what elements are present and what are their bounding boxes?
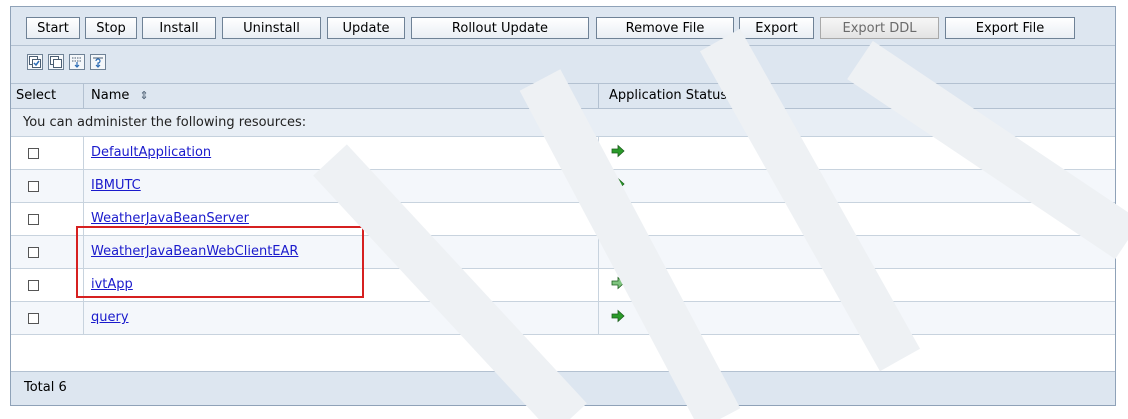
total-count: Total 6: [11, 371, 1115, 405]
application-link[interactable]: DefaultApplication: [91, 145, 211, 160]
applications-panel: Start Stop Install Uninstall Update Roll…: [10, 6, 1116, 406]
application-link[interactable]: ivtApp: [91, 277, 133, 292]
name-column-header[interactable]: Name ⇕: [91, 84, 149, 108]
remove-file-button[interactable]: Remove File: [596, 17, 734, 39]
select-checkbox[interactable]: [28, 148, 39, 159]
sort-icon[interactable]: ⇕: [140, 89, 149, 102]
status-column-header: Application Status ⟳: [609, 84, 746, 108]
selection-toolbar: [11, 46, 1115, 84]
application-link[interactable]: WeatherJavaBeanServer: [91, 211, 249, 226]
application-link[interactable]: WeatherJavaBeanWebClientEAR: [91, 244, 298, 259]
stop-button[interactable]: Stop: [85, 17, 137, 39]
export-ddl-button: Export DDL: [820, 17, 939, 39]
started-status-icon: [611, 309, 625, 323]
uninstall-button[interactable]: Uninstall: [222, 17, 321, 39]
partially-started-status-icon: [611, 276, 625, 290]
application-link[interactable]: IBMUTC: [91, 178, 141, 193]
table-row: DefaultApplication: [11, 137, 1115, 170]
deselect-all-icon[interactable]: [48, 54, 64, 70]
application-link[interactable]: query: [91, 310, 129, 325]
status-column-label: Application Status: [609, 88, 728, 103]
table-header: Select Name ⇕ Application Status ⟳: [11, 84, 1115, 109]
select-all-icon[interactable]: [27, 54, 43, 70]
table-row: IBMUTC: [11, 170, 1115, 203]
name-column-label: Name: [91, 88, 130, 103]
start-button[interactable]: Start: [26, 17, 80, 39]
export-file-button[interactable]: Export File: [945, 17, 1075, 39]
started-status-icon: [611, 177, 625, 191]
select-checkbox[interactable]: [28, 313, 39, 324]
action-toolbar: Start Stop Install Uninstall Update Roll…: [11, 7, 1115, 46]
table-row: WeatherJavaBeanServer: [11, 203, 1115, 236]
select-checkbox[interactable]: [28, 181, 39, 192]
table-row: query: [11, 302, 1115, 335]
resources-note: You can administer the following resourc…: [11, 109, 1115, 137]
table-row: WeatherJavaBeanWebClientEAR: [11, 236, 1115, 269]
show-filter-icon[interactable]: [69, 54, 85, 70]
table-row: ivtApp: [11, 269, 1115, 302]
stopped-status-icon: [612, 244, 624, 256]
stopped-status-icon: [612, 211, 624, 223]
select-checkbox[interactable]: [28, 247, 39, 258]
clear-filter-icon[interactable]: [90, 54, 106, 70]
refresh-status-icon[interactable]: ⟳: [735, 88, 746, 103]
select-checkbox[interactable]: [28, 280, 39, 291]
started-status-icon: [611, 144, 625, 158]
select-checkbox[interactable]: [28, 214, 39, 225]
rollout-update-button[interactable]: Rollout Update: [411, 17, 589, 39]
update-button[interactable]: Update: [327, 17, 405, 39]
install-button[interactable]: Install: [142, 17, 216, 39]
export-button[interactable]: Export: [739, 17, 814, 39]
select-column-header: Select: [16, 88, 57, 103]
